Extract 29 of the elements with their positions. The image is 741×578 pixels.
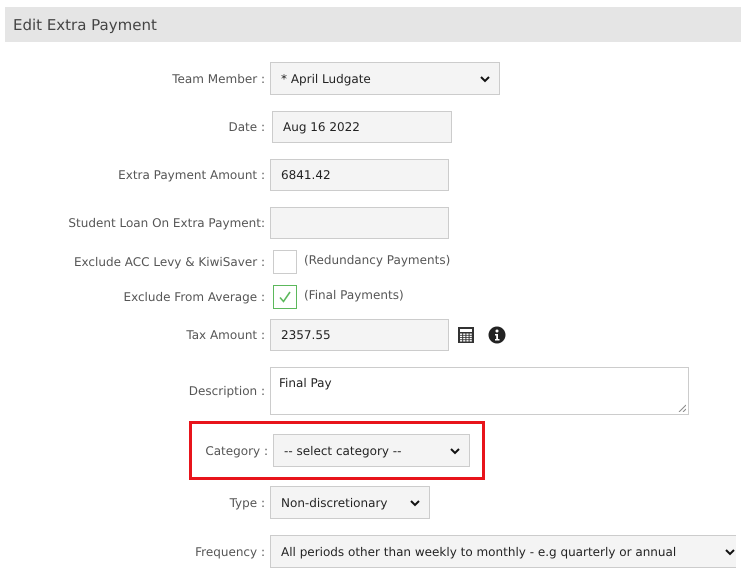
dropdown[interactable]: Non-discretionary	[270, 486, 430, 519]
dropdown[interactable]: -- select category --	[273, 434, 470, 467]
field-label: Team Member :	[171, 72, 266, 86]
text-area[interactable]: Final Pay	[270, 367, 689, 415]
field-label: Type :	[228, 496, 266, 510]
field-label: Exclude ACC Levy & KiwiSaver :	[72, 255, 266, 269]
page-title: Edit Extra Payment	[13, 16, 157, 34]
resize-grip-icon[interactable]	[678, 404, 686, 412]
checkbox-note: (Final Payments)	[304, 288, 404, 302]
input-field[interactable]: 6841.42	[270, 159, 449, 191]
dropdown[interactable]: * April Ludgate	[270, 62, 500, 95]
field-label: Frequency :	[194, 544, 266, 558]
field-label: Tax Amount :	[185, 328, 266, 342]
calculator-icon[interactable]	[457, 326, 475, 344]
input-field[interactable]: Aug 16 2022	[272, 111, 452, 143]
input-field[interactable]: 2357.55	[270, 319, 449, 351]
checkbox[interactable]	[273, 250, 297, 274]
field-label: Extra Payment Amount :	[117, 168, 266, 182]
input-field[interactable]	[270, 207, 449, 239]
field-label: Category :	[204, 444, 269, 458]
field-label: Student Loan On Extra Payment:	[67, 216, 266, 230]
field-label: Date :	[227, 120, 266, 134]
checkbox[interactable]	[273, 285, 297, 309]
field-label: Exclude From Average :	[122, 290, 266, 304]
dropdown[interactable]: All periods other than weekly to monthly - e.g quarterly or annual	[270, 535, 736, 568]
checkbox-note: (Redundancy Payments)	[304, 253, 450, 267]
info-icon[interactable]	[488, 326, 506, 344]
checkmark-icon	[277, 289, 293, 305]
field-label: Description :	[188, 384, 266, 398]
